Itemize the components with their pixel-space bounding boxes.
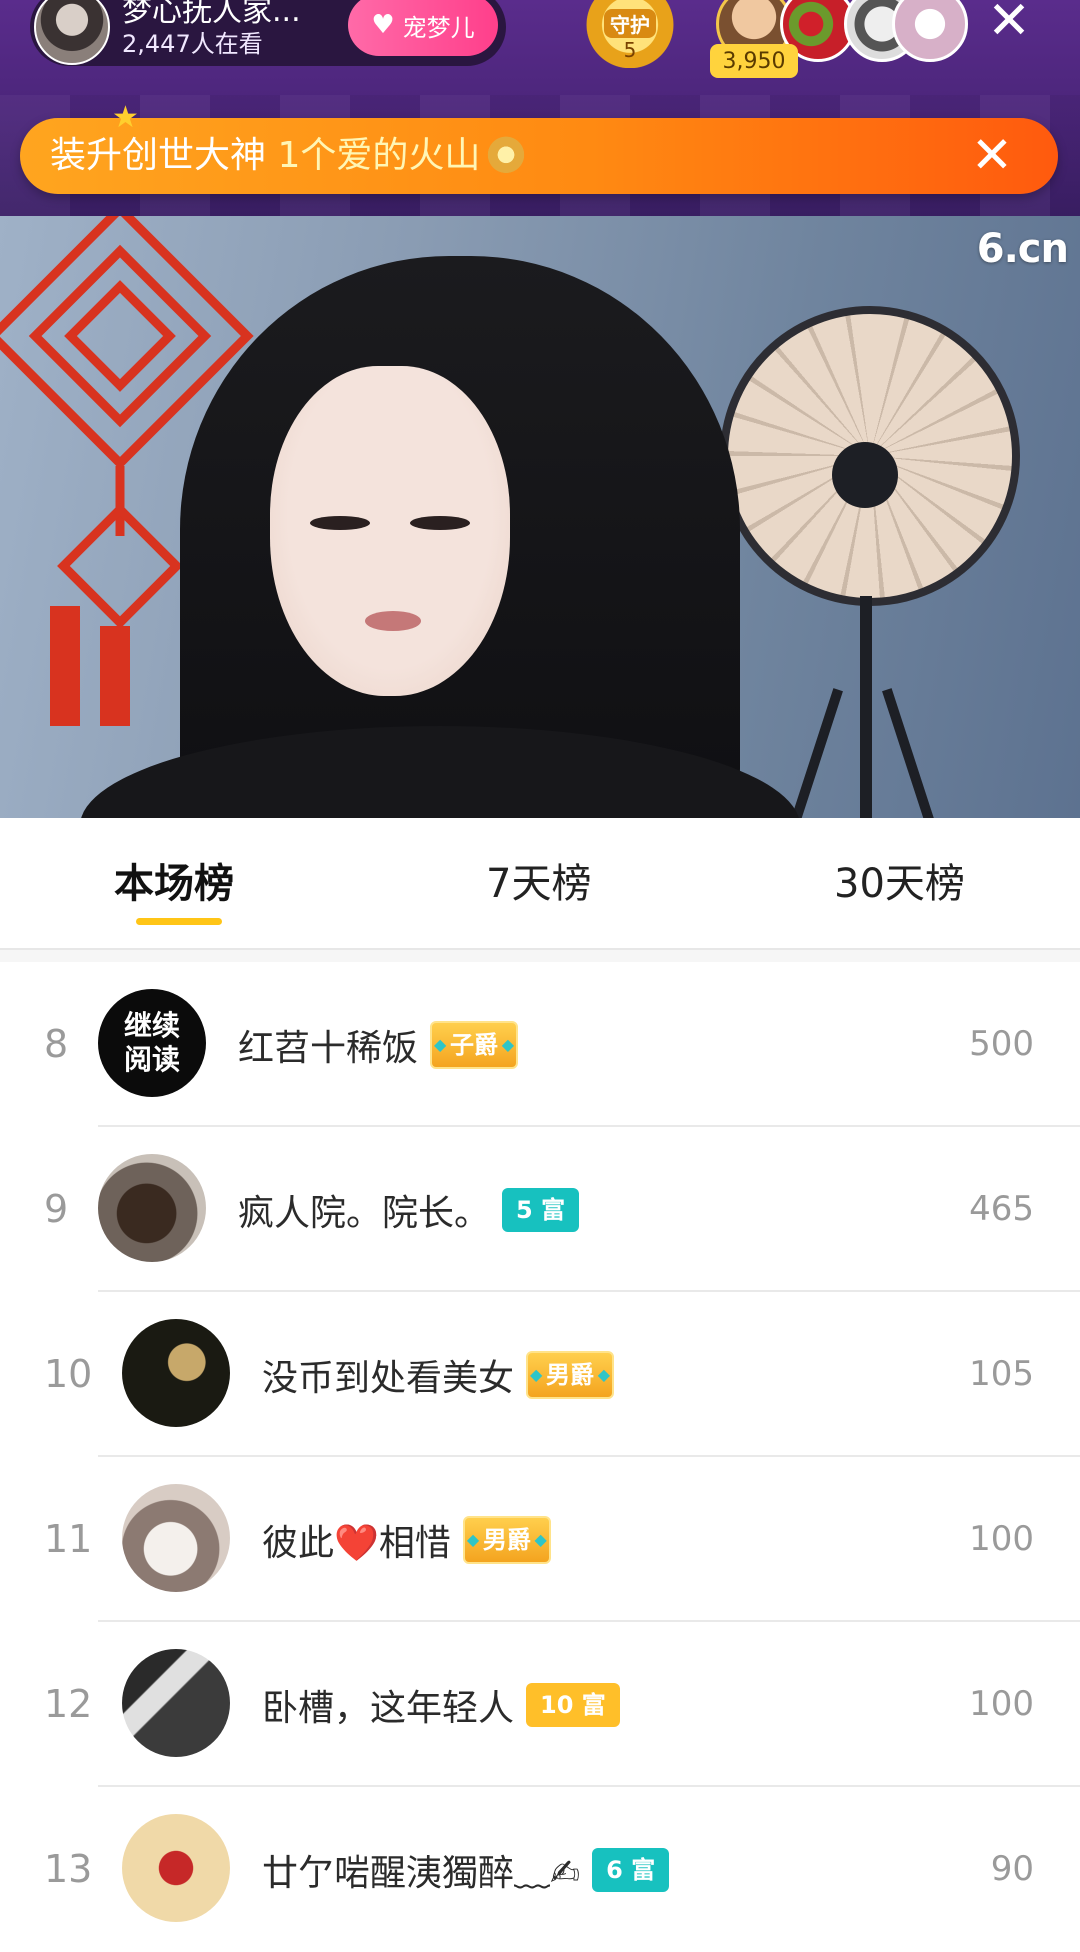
wealth-badge: 10 富	[526, 1682, 620, 1727]
rank-number: 11	[44, 1517, 93, 1561]
avatar[interactable]	[122, 1814, 230, 1922]
ranking-row[interactable]: 12 卧槽，这年轻人 10 富 100	[0, 1622, 1080, 1787]
ranking-row[interactable]: 10 没币到处看美女 男爵 105	[0, 1292, 1080, 1457]
continue-reading-avatar[interactable]: 继续 阅读	[98, 989, 206, 1097]
platform-watermark: 6.cn	[976, 226, 1069, 272]
notice-text: 装升创世大神 1个爱的火山	[50, 118, 529, 194]
active-tab-indicator	[136, 918, 222, 925]
follow-label: 宠梦儿	[402, 13, 475, 42]
avatar[interactable]	[98, 1154, 206, 1262]
user-name: 卧槽，这年轻人	[262, 1687, 515, 1729]
user-name: 廿亇啱醒洟獨醉﹏✍	[262, 1852, 581, 1894]
ranking-row[interactable]: 8 继续阅读 红苕十稀饭 子爵 500	[0, 962, 1080, 1127]
close-icon[interactable]: ✕	[984, 0, 1034, 48]
notice-prefix: 装升创世大神	[50, 135, 267, 176]
contribution-score: 500	[969, 1024, 1034, 1064]
ranking-row[interactable]: 9 疯人院。院长。 5 富 465	[0, 1127, 1080, 1292]
ranking-tabs: 本场榜 7天榜 30天榜	[0, 818, 1080, 950]
user-name: 红苕十稀饭	[238, 1027, 419, 1069]
tab-30-days[interactable]: 30天榜	[834, 854, 965, 914]
close-icon[interactable]: ✕	[962, 126, 1022, 186]
host-name: 梦心抚人家...	[122, 0, 301, 29]
lamp-stand-leg	[787, 688, 843, 818]
user-name: 彼此❤️相惜	[262, 1522, 451, 1564]
host-info[interactable]: 梦心抚人家... 2,447人在看 ♥ 宠梦儿	[30, 0, 506, 66]
rank-number: 13	[44, 1847, 93, 1891]
noble-badge: 男爵	[462, 1515, 551, 1564]
wealth-badge: 6 富	[592, 1847, 670, 1892]
divider	[0, 950, 1080, 962]
live-video[interactable]: 6.cn	[0, 216, 1080, 818]
noble-badge: 子爵	[430, 1020, 519, 1069]
ranking-row[interactable]: 11 彼此❤️相惜 男爵 100	[0, 1457, 1080, 1622]
avatar[interactable]	[122, 1649, 230, 1757]
user-name: 疯人院。院长。	[238, 1192, 491, 1234]
rank-number: 9	[44, 1187, 69, 1231]
contribution-score: 90	[990, 1849, 1034, 1889]
heart-icon: ♥	[371, 10, 395, 40]
lamp-stand	[860, 596, 872, 818]
lamp-stand-leg	[882, 688, 938, 818]
contribution-score: 465	[969, 1189, 1034, 1229]
follow-button[interactable]: ♥ 宠梦儿	[348, 0, 498, 56]
rank-number: 12	[44, 1682, 93, 1726]
noble-badge: 男爵	[526, 1350, 615, 1399]
contribution-score: 100	[969, 1684, 1034, 1724]
user-name: 没币到处看美女	[262, 1357, 515, 1399]
fan-coin-count: 3,950	[710, 44, 798, 78]
ring-light-center	[832, 442, 898, 508]
guard-label: 守护	[604, 8, 656, 38]
guard-badge[interactable]: 守护 5	[586, 0, 674, 68]
rank-number: 10	[44, 1352, 93, 1396]
tab-current-show[interactable]: 本场榜	[114, 854, 234, 914]
contribution-score: 105	[969, 1354, 1034, 1394]
volcano-gift-icon	[484, 135, 529, 179]
notice-highlight: 1个爱的火山	[277, 135, 481, 176]
avatar[interactable]	[122, 1484, 230, 1592]
tab-7-days[interactable]: 7天榜	[486, 854, 591, 914]
guard-count: 5	[623, 37, 637, 62]
ranking-row[interactable]: 13 廿亇啱醒洟獨醉﹏✍ 6 富 90	[0, 1787, 1080, 1952]
avatar[interactable]	[122, 1319, 230, 1427]
rank-number: 8	[44, 1022, 69, 1066]
contribution-score: 100	[969, 1519, 1034, 1559]
streamer-figure	[80, 256, 800, 818]
streamer-face	[270, 366, 510, 696]
gift-notice-banner[interactable]: ★ 装升创世大神 1个爱的火山 ✕	[20, 100, 1058, 194]
host-avatar[interactable]	[34, 0, 110, 65]
wealth-badge: 5 富	[502, 1187, 580, 1232]
